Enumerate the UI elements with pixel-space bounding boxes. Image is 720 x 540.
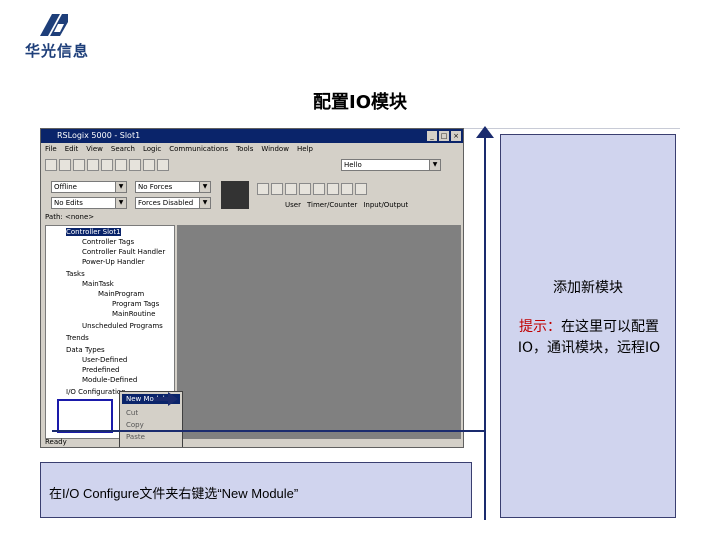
window-title: RSLogix 5000 - Slot1 (57, 131, 141, 140)
otl-icon[interactable] (327, 183, 339, 195)
io-config-highlight (57, 399, 113, 433)
caption-text: 在I/O Configure文件夹右键选“New Module” (49, 486, 299, 501)
ladder-toolbar (257, 181, 367, 197)
rslogix-window: RSLogix 5000 - Slot1 _ □ × File Edit Vie… (40, 128, 464, 448)
tree-fault-handler[interactable]: Controller Fault Handler (82, 248, 165, 256)
menu-window[interactable]: Window (261, 145, 289, 153)
menu-logic[interactable]: Logic (143, 145, 161, 153)
status-bar: Ready (45, 438, 67, 446)
info-panel-title: 添加新模块 (553, 280, 623, 296)
redo-icon[interactable] (143, 159, 155, 171)
mode-combo-value: Offline (54, 183, 77, 191)
cut-icon[interactable] (87, 159, 99, 171)
info-panel: 添加新模块 提示：在这里可以配置IO，通讯模块，远程IO (500, 134, 676, 518)
close-button[interactable]: × (451, 131, 461, 141)
tree-mainprogram[interactable]: MainProgram (98, 290, 144, 298)
search-combo[interactable]: Hello ▼ (341, 159, 441, 171)
slide-title: 配置IO模块 (313, 92, 407, 113)
menu-view[interactable]: View (86, 145, 103, 153)
connector-line-horizontal (52, 430, 484, 432)
new-icon[interactable] (45, 159, 57, 171)
tree-io-configuration[interactable]: I/O Configuration (66, 388, 126, 396)
arrow-up-icon (476, 126, 494, 138)
menu-tools[interactable]: Tools (236, 145, 253, 153)
xic-icon[interactable] (285, 183, 297, 195)
menu-file[interactable]: File (45, 145, 57, 153)
tree-data-types[interactable]: Data Types (66, 346, 105, 354)
forces-combo[interactable]: No Forces ▼ (135, 181, 211, 193)
menu-bar: File Edit View Search Logic Communicatio… (45, 145, 313, 153)
tab-input-output[interactable]: Input/Output (363, 201, 408, 209)
tree-predefined[interactable]: Predefined (82, 366, 119, 374)
otu-icon[interactable] (341, 183, 353, 195)
tab-user[interactable]: User (285, 201, 301, 209)
copy-icon[interactable] (101, 159, 113, 171)
workspace-pane (177, 225, 461, 439)
branch-icon[interactable] (271, 183, 283, 195)
save-icon[interactable] (73, 159, 85, 171)
tree-user-defined[interactable]: User-Defined (82, 356, 127, 364)
tree-mainroutine[interactable]: MainRoutine (112, 310, 155, 318)
menu-edit[interactable]: Edit (65, 145, 79, 153)
rung-icon[interactable] (257, 183, 269, 195)
forces-disabled-combo-value: Forces Disabled (138, 199, 194, 207)
tree-tasks[interactable]: Tasks (66, 270, 85, 278)
controller-status-icon (221, 181, 249, 209)
forces-combo-value: No Forces (138, 183, 173, 191)
tree-controller[interactable]: Controller Slot1 (66, 228, 121, 236)
chevron-down-icon: ▼ (115, 182, 126, 192)
chevron-down-icon: ▼ (115, 198, 126, 208)
find-icon[interactable] (157, 159, 169, 171)
arrow-right-icon (154, 392, 178, 406)
logo-icon (40, 14, 68, 36)
tree-program-tags[interactable]: Program Tags (112, 300, 159, 308)
chevron-down-icon: ▼ (199, 182, 210, 192)
tree-module-defined[interactable]: Module-Defined (82, 376, 137, 384)
logo-text: 华光信息 (24, 42, 89, 60)
menu-item-cut[interactable]: Cut (122, 408, 180, 418)
menu-communications[interactable]: Communications (169, 145, 228, 153)
paste-icon[interactable] (115, 159, 127, 171)
mode-combo[interactable]: Offline ▼ (51, 181, 127, 193)
xio-icon[interactable] (299, 183, 311, 195)
edits-combo[interactable]: No Edits ▼ (51, 197, 127, 209)
tree-unscheduled[interactable]: Unscheduled Programs (82, 322, 163, 330)
instruction-tabs: User Timer/Counter Input/Output (285, 201, 408, 209)
ote-icon[interactable] (313, 183, 325, 195)
tree-trends[interactable]: Trends (66, 334, 89, 342)
info-panel-tip: 提示：在这里可以配置IO，通讯模块，远程IO (507, 317, 671, 359)
undo-icon[interactable] (129, 159, 141, 171)
caption-box: 在I/O Configure文件夹右键选“New Module” (40, 462, 472, 518)
ons-icon[interactable] (355, 183, 367, 195)
window-titlebar: RSLogix 5000 - Slot1 _ □ × (41, 129, 463, 143)
company-logo: 华光信息 (22, 10, 92, 60)
menu-help[interactable]: Help (297, 145, 313, 153)
forces-disabled-combo[interactable]: Forces Disabled ▼ (135, 197, 211, 209)
maximize-button[interactable]: □ (439, 131, 449, 141)
minimize-button[interactable]: _ (427, 131, 437, 141)
tree-maintask[interactable]: MainTask (82, 280, 114, 288)
tree-powerup-handler[interactable]: Power-Up Handler (82, 258, 145, 266)
menu-search[interactable]: Search (111, 145, 135, 153)
tip-label: 提示： (519, 319, 561, 335)
path-bar: Path: <none> (45, 213, 95, 221)
chevron-down-icon: ▼ (429, 160, 440, 170)
edits-combo-value: No Edits (54, 199, 83, 207)
tab-timer-counter[interactable]: Timer/Counter (307, 201, 357, 209)
search-combo-value: Hello (344, 161, 362, 169)
menu-item-copy[interactable]: Copy (122, 420, 180, 430)
tree-controller-tags[interactable]: Controller Tags (82, 238, 134, 246)
open-icon[interactable] (59, 159, 71, 171)
connector-line-vertical (484, 134, 486, 520)
main-toolbar (45, 157, 169, 173)
chevron-down-icon: ▼ (199, 198, 210, 208)
